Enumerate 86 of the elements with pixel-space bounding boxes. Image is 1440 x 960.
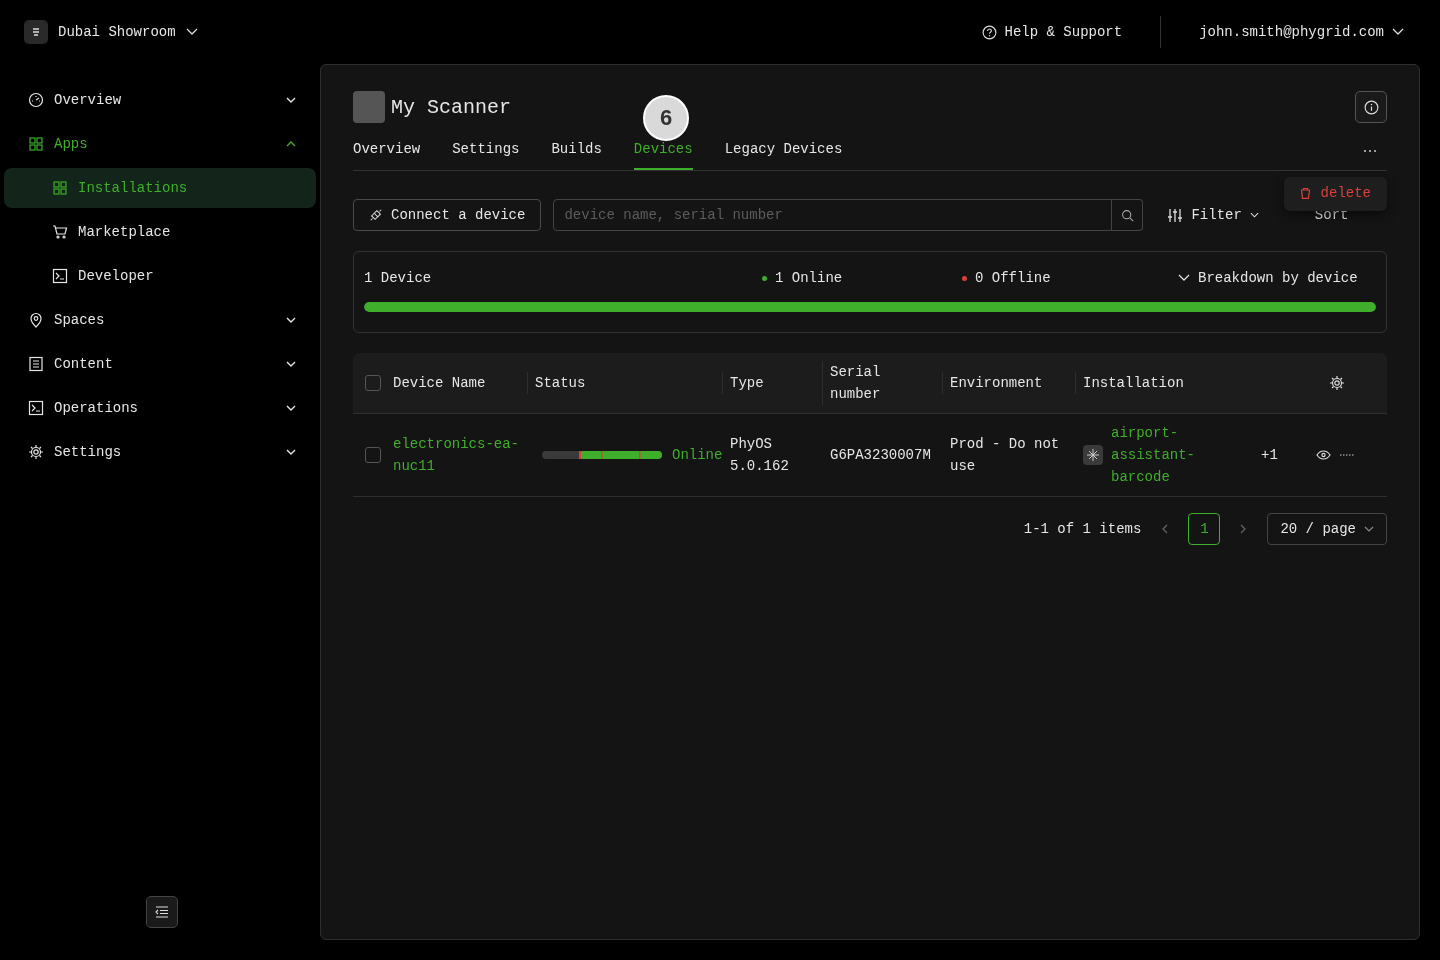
settings-icon[interactable]: [1328, 375, 1345, 391]
search-button[interactable]: [1112, 199, 1144, 231]
chevron-down-icon: [1178, 274, 1190, 282]
gauge-icon: [28, 92, 44, 108]
terminal-icon: [52, 268, 68, 284]
tab[interactable]: Legacy Devices: [724, 131, 843, 170]
connect-device-button[interactable]: Connect a device: [353, 199, 542, 231]
sidebar-item[interactable]: Settings: [4, 430, 316, 474]
grid-icon: [52, 180, 68, 196]
chevron-down-icon: [286, 97, 296, 103]
sidebar-subitem[interactable]: Installations: [4, 168, 316, 208]
installation-link[interactable]: airport-assistant-barcode: [1111, 422, 1221, 488]
settings-icon: [28, 444, 44, 460]
tab[interactable]: Devices: [633, 131, 693, 170]
online-count: 1 Online: [775, 270, 843, 286]
device-name-link[interactable]: electronics-ea-nuc11: [393, 433, 523, 477]
eye-icon[interactable]: [1316, 450, 1331, 460]
page-button[interactable]: 1: [1188, 513, 1221, 545]
more-options-icon[interactable]: [1363, 148, 1377, 153]
collapse-menu-icon: [155, 906, 169, 918]
chevron-down-icon: [286, 317, 296, 323]
tab[interactable]: Settings: [452, 131, 520, 170]
info-icon: [1363, 99, 1379, 115]
search-icon: [1120, 208, 1134, 222]
step-badge: 6: [643, 95, 690, 141]
column-header: Environment: [942, 372, 1083, 394]
chevron-down-icon: [286, 449, 296, 455]
tab[interactable]: Builds: [551, 131, 602, 170]
chevron-right-icon[interactable]: [1240, 524, 1248, 534]
column-header: Type: [722, 372, 830, 394]
collapse-sidebar-button[interactable]: [146, 896, 178, 928]
app-thumbnail: [353, 91, 385, 123]
table-cell-text: G6PA3230007M: [830, 446, 932, 465]
cart-icon: [52, 224, 68, 240]
sliders-icon: [1167, 207, 1184, 223]
chevron-down-icon: [1364, 526, 1374, 532]
tab[interactable]: Overview: [353, 131, 421, 170]
device-count: 1 Device: [364, 270, 433, 286]
table-cell-text: Prod - Do not use: [950, 435, 1061, 476]
sidebar-item[interactable]: Operations: [4, 386, 316, 430]
chevron-left-icon[interactable]: [1161, 524, 1169, 534]
app-title: My Scanner: [391, 95, 512, 119]
chevron-down-icon: [1392, 28, 1404, 36]
sidebar-item[interactable]: Overview: [4, 78, 316, 122]
sidebar-subitem[interactable]: Developer: [4, 256, 316, 296]
plug-icon: [369, 208, 383, 222]
help-icon: [981, 24, 997, 40]
page-size-select[interactable]: 20 / page: [1267, 513, 1387, 545]
more-options-icon[interactable]: [1339, 453, 1355, 457]
pagination-range: 1-1 of 1 items: [1023, 521, 1142, 537]
column-header: Device Name: [393, 374, 487, 393]
user-menu[interactable]: john.smith@phygrid.com: [1199, 24, 1384, 40]
status-text: Online: [672, 446, 723, 465]
grid-icon: [28, 136, 44, 152]
filter-button[interactable]: Filter: [1167, 207, 1259, 223]
workspace-switcher[interactable]: Dubai Showroom: [58, 24, 176, 40]
online-dot: [762, 275, 767, 281]
trash-icon: [1299, 187, 1311, 199]
column-header: Serial number: [822, 361, 900, 405]
column-header: Installation: [1075, 372, 1286, 394]
sidebar-subitem[interactable]: Marketplace: [4, 212, 316, 252]
chevron-down-icon: [286, 361, 296, 367]
breakdown-toggle[interactable]: Breakdown by device: [1178, 270, 1358, 286]
delete-menu-item[interactable]: delete: [1299, 185, 1371, 201]
info-button[interactable]: [1355, 91, 1387, 123]
chevron-up-icon: [286, 141, 296, 147]
terminal-icon: [28, 400, 44, 416]
location-pin-icon: [28, 312, 44, 328]
select-all-checkbox[interactable]: [365, 375, 381, 391]
more-count: +1: [1261, 446, 1278, 465]
offline-dot: [962, 275, 967, 281]
sidebar-item[interactable]: Apps: [4, 122, 316, 166]
workspace-logo-icon: [24, 20, 48, 44]
chevron-down-icon: [1249, 212, 1259, 218]
list-icon: [28, 356, 44, 372]
chevron-down-icon: [185, 28, 198, 36]
offline-count: 0 Offline: [975, 270, 1051, 286]
sidebar-item[interactable]: Content: [4, 342, 316, 386]
table-cell-text: PhyOS 5.0.162: [730, 435, 790, 476]
row-checkbox[interactable]: [365, 447, 381, 463]
sidebar-item[interactable]: Spaces: [4, 298, 316, 342]
column-header: Status: [527, 372, 730, 394]
snowflake-icon: [1083, 445, 1103, 465]
help-support-link[interactable]: Help & Support: [1004, 24, 1123, 40]
search-field[interactable]: device name, serial number: [553, 199, 1113, 231]
chevron-down-icon: [286, 405, 296, 411]
